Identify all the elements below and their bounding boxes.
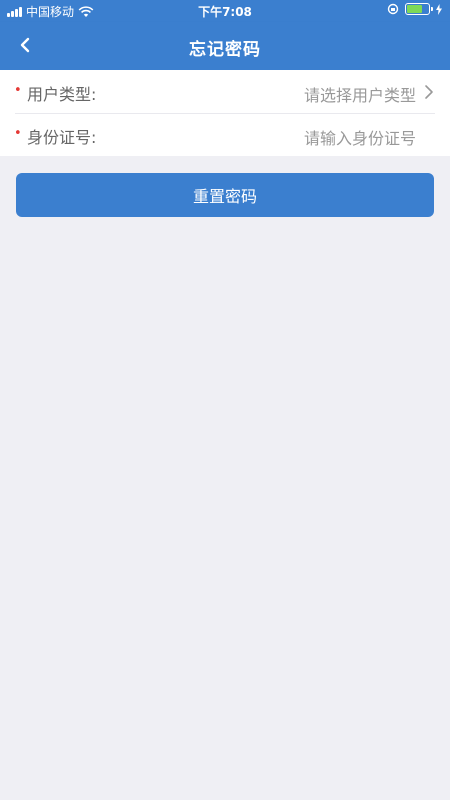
id-number-placeholder: 请输入身份证号 bbox=[303, 129, 416, 148]
reset-form: • 用户类型: 请选择用户类型 • 身份证号: 请输入身份证号 bbox=[0, 70, 450, 156]
status-bar: 中国移动 下午7:08 bbox=[0, 0, 450, 22]
battery-fill bbox=[407, 5, 422, 13]
charging-icon bbox=[436, 3, 442, 15]
user-type-label: 用户类型: bbox=[27, 85, 97, 104]
user-type-placeholder: 请选择用户类型 bbox=[303, 86, 416, 105]
reset-password-button[interactable]: 重置密码 bbox=[16, 173, 434, 217]
id-number-field[interactable]: • 身份证号: 请输入身份证号 bbox=[0, 113, 450, 156]
user-type-select[interactable]: • 用户类型: 请选择用户类型 bbox=[0, 70, 450, 113]
status-right bbox=[387, 3, 442, 15]
nav-bar: 忘记密码 bbox=[0, 22, 450, 70]
orientation-lock-icon bbox=[387, 3, 399, 15]
page-title: 忘记密码 bbox=[189, 40, 261, 60]
required-mark: • bbox=[14, 126, 22, 141]
chevron-right-icon bbox=[425, 85, 433, 99]
status-time: 下午7:08 bbox=[198, 5, 252, 19]
id-number-label: 身份证号: bbox=[27, 128, 97, 147]
required-mark: • bbox=[14, 83, 22, 98]
battery-icon bbox=[405, 3, 433, 15]
